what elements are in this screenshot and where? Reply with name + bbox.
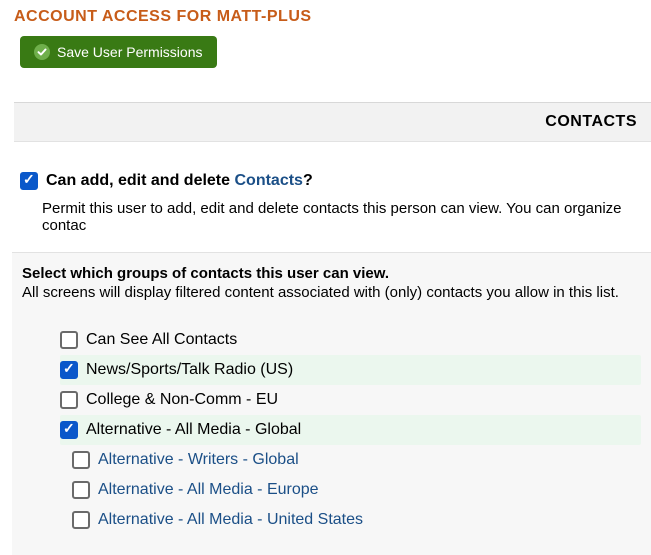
group-label-link[interactable]: Alternative - All Media - Europe [98,481,319,499]
group-row: ✓ Alternative - All Media - Global [60,415,641,445]
group-row: ✓ Alternative - All Media - Europe [72,475,641,505]
check-circle-icon [34,44,50,60]
group-label-link[interactable]: Alternative - All Media - United States [98,511,363,529]
groups-panel-subheading: All screens will display filtered conten… [22,284,641,301]
group-label: Alternative - All Media - Global [86,421,301,439]
groups-panel: Select which groups of contacts this use… [12,252,651,555]
contacts-link[interactable]: Contacts [234,172,302,189]
permission-question-text: Can add, edit and delete Contacts? [46,172,313,190]
group-row: ✓ Alternative - All Media - United States [72,505,641,535]
group-row: ✓ College & Non-Comm - EU [60,385,641,415]
group-checkbox[interactable]: ✓ [60,361,78,379]
group-label-link[interactable]: Alternative - Writers - Global [98,451,299,469]
groups-list: ✓ Can See All Contacts ✓ News/Sports/Talk R… [22,325,641,535]
save-user-permissions-button[interactable]: Save User Permissions [20,36,217,68]
group-row: ✓ News/Sports/Talk Radio (US) [60,355,641,385]
group-checkbox[interactable]: ✓ [60,331,78,349]
permission-question-row: ✓ Can add, edit and delete Contacts? [20,172,651,190]
group-checkbox[interactable]: ✓ [72,451,90,469]
group-row: ✓ Alternative - Writers - Global [72,445,641,475]
group-checkbox[interactable]: ✓ [60,421,78,439]
section-tab-contacts: CONTACTS [14,103,651,142]
group-checkbox[interactable]: ✓ [72,481,90,499]
group-row: ✓ Can See All Contacts [60,325,641,355]
group-label: College & Non-Comm - EU [86,391,278,409]
group-checkbox[interactable]: ✓ [60,391,78,409]
groups-panel-heading: Select which groups of contacts this use… [22,265,641,282]
group-checkbox[interactable]: ✓ [72,511,90,529]
group-label: Can See All Contacts [86,331,237,349]
page-title: ACCOUNT ACCESS FOR MATT-PLUS [14,8,651,26]
save-button-label: Save User Permissions [57,44,203,60]
permission-description: Permit this user to add, edit and delete… [42,200,651,234]
permission-checkbox[interactable]: ✓ [20,172,38,190]
group-label: News/Sports/Talk Radio (US) [86,361,293,379]
